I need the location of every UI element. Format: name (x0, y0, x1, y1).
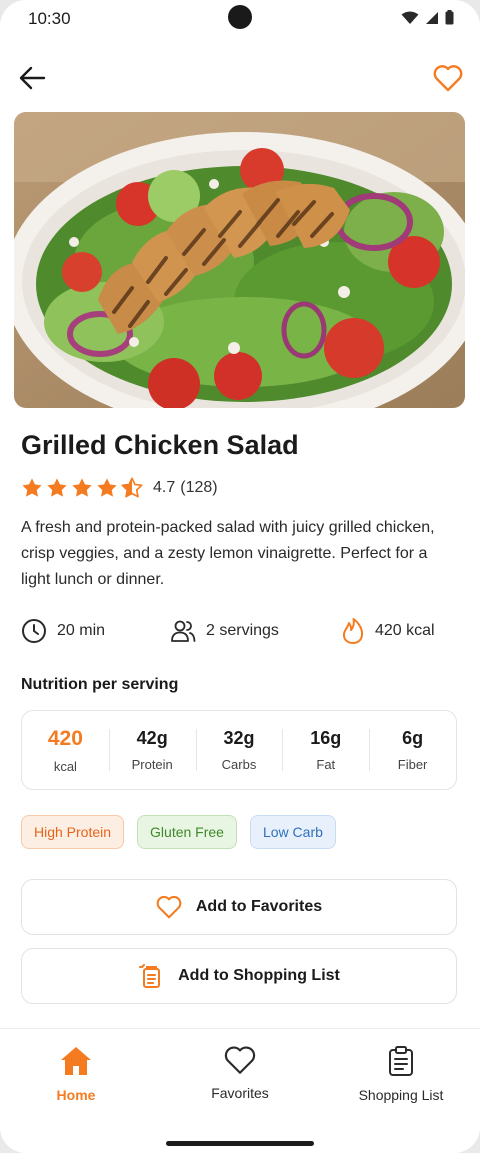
home-icon (61, 1047, 91, 1075)
flame-icon (342, 618, 364, 644)
recipe-meta: 20 min 2 servings 420 kcal (21, 617, 451, 645)
star-icon (72, 478, 92, 497)
nutrition-value: 42g (136, 728, 168, 748)
nutrition-label: Carbs (221, 757, 257, 772)
nav-home[interactable]: Home (6, 1045, 146, 1103)
recipe-image (14, 112, 465, 408)
rating-row: 4.7 (128) (21, 476, 218, 500)
phone-screen: 10:30 Grilled Chicken Salad 4.7 (128) A … (0, 0, 480, 1153)
nutrition-item-carbs: 32g Carbs (195, 711, 283, 789)
nutrition-value: 420 (47, 726, 83, 750)
nav-shopping-list[interactable]: Shopping List (331, 1045, 471, 1103)
rating-count: (128) (180, 479, 218, 496)
nutrition-item-fiber: 6g Fiber (369, 711, 456, 789)
recipe-description: A fresh and protein-packed salad with ju… (21, 519, 435, 588)
rating-stars (21, 477, 143, 499)
cook-time: 20 min (21, 617, 105, 645)
nutrition-label: Fat (316, 757, 336, 772)
tag-gluten-free[interactable]: Gluten Free (137, 815, 237, 849)
nav-home-label: Home (56, 1087, 96, 1103)
status-time: 10:30 (28, 9, 71, 28)
calories-label: 420 kcal (375, 622, 435, 639)
nutrition-item-fat: 16g Fat (282, 711, 369, 789)
nutrition-value: 6g (402, 728, 424, 748)
bottom-navigation: Home Favorites Shopping List (0, 1028, 480, 1153)
nutrition-value: 32g (223, 728, 255, 748)
add-to-shopping-list-label: Add to Shopping List (178, 967, 340, 984)
camera-cutout (228, 5, 252, 29)
star-half-icon (121, 477, 143, 498)
nav-shopping-list-label: Shopping List (358, 1087, 444, 1103)
tag-high-protein[interactable]: High Protein (21, 815, 125, 849)
nutrition-card: 420 kcal 42g Protein 32g Carbs 16g Fat 6… (21, 710, 457, 790)
people-icon (171, 620, 196, 642)
top-app-bar (0, 56, 480, 100)
add-to-favorites-button[interactable]: Add to Favorites (21, 879, 457, 935)
nutrition-label: Fiber (397, 757, 428, 772)
star-icon (47, 478, 67, 497)
clipboard-icon (389, 1046, 413, 1076)
back-button[interactable] (16, 62, 48, 94)
nutrition-label: Protein (131, 757, 173, 772)
battery-icon (445, 10, 454, 25)
heart-icon (224, 1046, 256, 1074)
favorite-toggle-button[interactable] (432, 62, 464, 94)
servings-label: 2 servings (206, 622, 279, 639)
nutrition-item-protein: 42g Protein (108, 711, 196, 789)
home-indicator (166, 1141, 314, 1146)
star-icon (97, 478, 117, 497)
nutrition-item-calories: 420 kcal (22, 711, 109, 789)
recipe-title: Grilled Chicken Salad (21, 430, 299, 460)
nutrition-heading: Nutrition per serving (21, 676, 179, 693)
diet-tags: High Protein Gluten Free Low Carb (21, 815, 336, 849)
star-icon (22, 478, 42, 497)
calories: 420 kcal (341, 617, 435, 645)
heart-outline-icon (433, 65, 463, 92)
shopping-list-icon (139, 964, 161, 988)
nutrition-value: 16g (310, 728, 342, 748)
add-to-shopping-list-button[interactable]: Add to Shopping List (21, 948, 457, 1004)
status-bar: 10:30 (0, 0, 480, 38)
nutrition-label: kcal (53, 758, 77, 774)
back-arrow-icon (19, 66, 46, 90)
wifi-icon (401, 11, 419, 24)
nav-favorites-label: Favorites (211, 1085, 269, 1101)
nav-favorites[interactable]: Favorites (170, 1045, 310, 1101)
rating-value: 4.7 (153, 479, 176, 496)
servings: 2 servings (170, 617, 279, 645)
add-to-favorites-label: Add to Favorites (195, 898, 323, 915)
cook-time-label: 20 min (57, 622, 106, 639)
heart-outline-icon (156, 895, 182, 919)
tag-low-carb[interactable]: Low Carb (249, 815, 336, 849)
clock-icon (22, 619, 46, 643)
signal-icon (426, 11, 438, 24)
status-icons (401, 10, 454, 25)
